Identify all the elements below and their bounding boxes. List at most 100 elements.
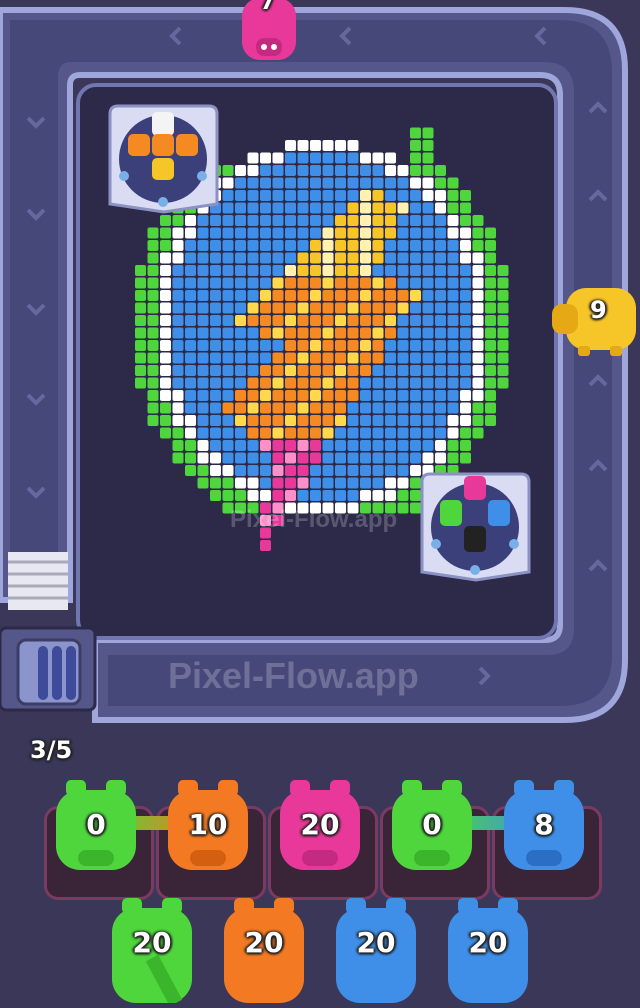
- pixel-block: [297, 140, 309, 151]
- queue-back-pig-4[interactable]: 20: [442, 898, 534, 1003]
- pixel-block: [347, 227, 359, 239]
- pixel-block: [397, 177, 409, 189]
- pixel-block: [172, 427, 184, 439]
- pixel-block: [485, 290, 496, 301]
- pixel-block: [247, 265, 259, 276]
- pixel-block: [197, 427, 209, 439]
- pixel-block: [185, 390, 196, 401]
- pixel-block: [210, 315, 221, 326]
- pixel-block: [335, 290, 346, 301]
- pixel-block: [397, 165, 409, 176]
- pixel-block: [297, 365, 309, 376]
- pixel-block: [447, 277, 459, 289]
- dispenser-bottom-right[interactable]: [418, 472, 533, 584]
- pixel-block: [460, 415, 471, 426]
- pixel-block: [372, 340, 384, 351]
- queue-back-pig-3[interactable]: 20: [330, 898, 422, 1003]
- pixel-block: [147, 227, 159, 239]
- queue-pig-3[interactable]: 20: [274, 780, 366, 880]
- pixel-block: [360, 177, 371, 189]
- pixel-block: [197, 252, 209, 264]
- pixel-block: [222, 340, 234, 351]
- pixel-block: [260, 352, 271, 364]
- pixel-block: [322, 440, 334, 451]
- pixel-block: [372, 152, 384, 164]
- pixel-block: [460, 402, 471, 414]
- pixel-block: [372, 302, 384, 314]
- pixel-block: [285, 415, 296, 426]
- pixel-block: [247, 190, 259, 201]
- pixel-block: [160, 290, 171, 301]
- pixel-block: [247, 427, 259, 439]
- queue-pig-1[interactable]: 0: [50, 780, 142, 880]
- dispenser-top-left[interactable]: [106, 104, 221, 216]
- pixel-block: [185, 402, 196, 414]
- pixel-block: [272, 252, 284, 264]
- pixel-block: [460, 365, 471, 376]
- pixel-block: [272, 452, 284, 464]
- queue-pig-5[interactable]: 8: [498, 780, 590, 880]
- queue-back-pig-2[interactable]: 20: [218, 898, 310, 1003]
- pixel-block: [410, 377, 421, 389]
- queue-back-pig-1[interactable]: 20: [106, 898, 198, 1007]
- pixel-block: [172, 340, 184, 351]
- pixel-block: [322, 240, 334, 251]
- pixel-block: [285, 165, 296, 176]
- pixel-block: [397, 440, 409, 451]
- pixel-block: [347, 477, 359, 489]
- pixel-block: [347, 352, 359, 364]
- pixel-block: [385, 302, 396, 314]
- pixel-block: [210, 377, 221, 389]
- track-pig-top[interactable]: 7: [238, 0, 300, 66]
- pixel-block: [385, 365, 396, 376]
- pixel-block: [422, 390, 434, 401]
- pixel-block: [235, 265, 246, 276]
- pixel-block: [447, 290, 459, 301]
- pixel-block: [297, 240, 309, 251]
- pixel-block: [410, 152, 421, 164]
- pixel-block: [472, 290, 484, 301]
- pixel-block: [147, 327, 159, 339]
- pixel-block: [397, 265, 409, 276]
- pixel-block: [472, 352, 484, 364]
- pixel-block: [247, 240, 259, 251]
- pixel-block: [397, 215, 409, 226]
- pixel-block: [260, 315, 271, 326]
- pixel-block: [260, 177, 271, 189]
- pixel-block: [347, 340, 359, 351]
- pixel-block: [172, 440, 184, 451]
- pixel-block: [447, 202, 459, 214]
- pixel-block: [260, 490, 271, 501]
- pixel-block: [185, 290, 196, 301]
- pixel-block: [172, 240, 184, 251]
- track-pig-right[interactable]: 9: [552, 282, 640, 360]
- pixel-block: [422, 327, 434, 339]
- pixel-block: [322, 365, 334, 376]
- pixel-block: [272, 215, 284, 226]
- pixel-block: [247, 290, 259, 301]
- pixel-block: [222, 177, 234, 189]
- pixel-block: [222, 327, 234, 339]
- pixel-block: [472, 377, 484, 389]
- pixel-block: [372, 377, 384, 389]
- queue-pig-4[interactable]: 0: [386, 780, 478, 880]
- pixel-block: [385, 265, 396, 276]
- pixel-block: [160, 427, 171, 439]
- pixel-block: [385, 315, 396, 326]
- queue-pig-2[interactable]: 10: [162, 780, 254, 880]
- pixel-block: [422, 127, 434, 139]
- pixel-block: [472, 227, 484, 239]
- pixel-block: [497, 352, 509, 364]
- pixel-block: [260, 215, 271, 226]
- pixel-block: [347, 427, 359, 439]
- pixel-block: [310, 452, 321, 464]
- pixel-block: [197, 390, 209, 401]
- pixel-block: [485, 340, 496, 351]
- pixel-block: [197, 315, 209, 326]
- pixel-block: [272, 415, 284, 426]
- pixel-block: [360, 165, 371, 176]
- pixel-block: [372, 365, 384, 376]
- pixel-block: [472, 415, 484, 426]
- pixel-block: [135, 277, 146, 289]
- pixel-block: [422, 190, 434, 201]
